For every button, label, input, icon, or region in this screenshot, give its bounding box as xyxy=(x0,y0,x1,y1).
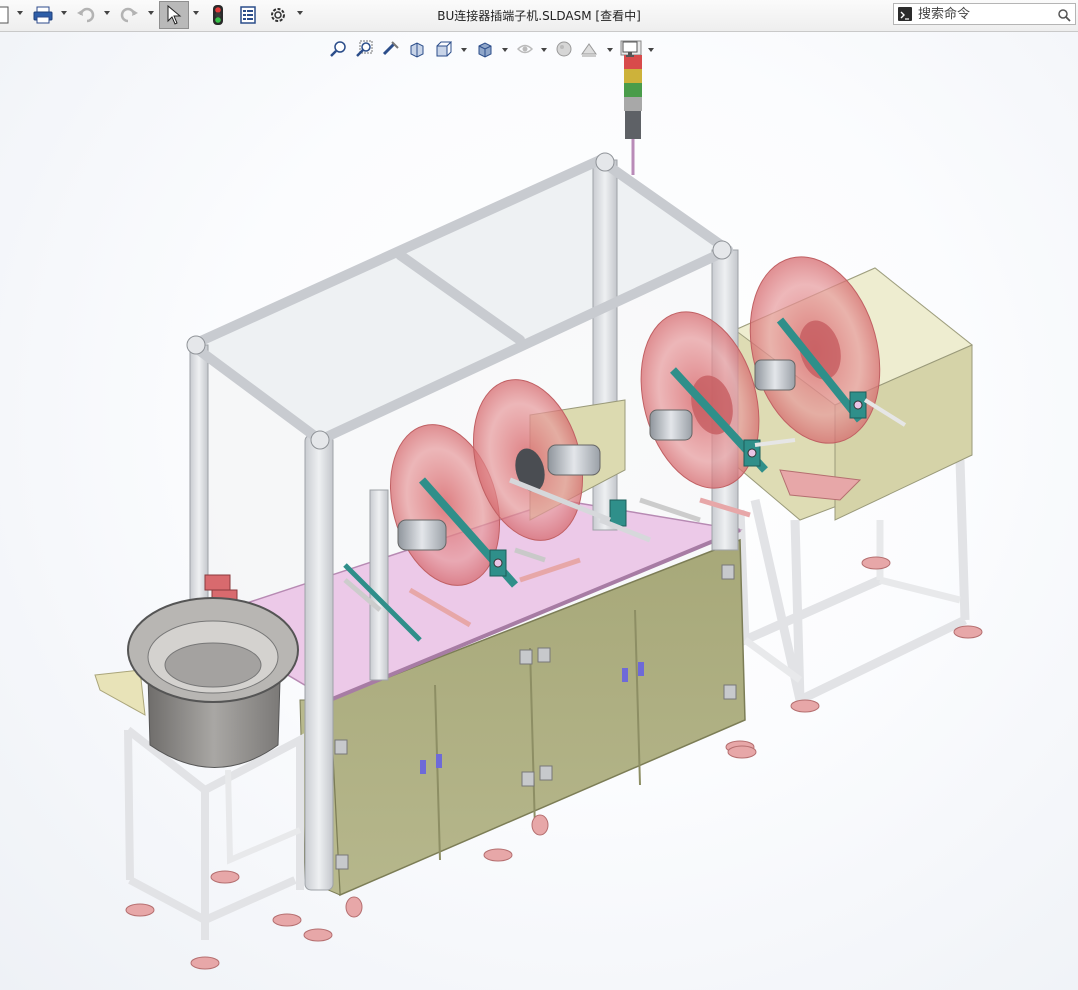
vibratory-bowl-feeder xyxy=(94,597,304,970)
command-search-box[interactable] xyxy=(893,3,1076,25)
right-reel-stand xyxy=(725,256,983,754)
hide-show-caret[interactable] xyxy=(541,48,547,52)
previous-view-icon[interactable] xyxy=(380,38,402,60)
apply-scene-icon[interactable] xyxy=(578,38,600,60)
file-properties-icon[interactable] xyxy=(236,3,260,27)
view-settings-icon[interactable] xyxy=(619,38,641,60)
top-toolbar: BU连接器插端子机.SLDASM [查看中] xyxy=(0,0,1078,32)
zoom-to-area-icon[interactable] xyxy=(354,38,376,60)
print-icon[interactable] xyxy=(30,3,56,27)
options-dropdown-caret[interactable] xyxy=(297,11,303,15)
zoom-to-fit-icon[interactable] xyxy=(328,38,350,60)
rebuild-traffic-light-icon[interactable] xyxy=(208,3,228,27)
view-settings-caret[interactable] xyxy=(648,48,654,52)
hide-show-items-icon[interactable] xyxy=(514,38,536,60)
search-input[interactable] xyxy=(918,5,1048,23)
main-machine-frame xyxy=(186,152,862,942)
apply-scene-caret[interactable] xyxy=(607,48,613,52)
redo-icon[interactable] xyxy=(117,3,141,27)
view-orientation-icon[interactable] xyxy=(432,38,454,60)
redo-dropdown-caret[interactable] xyxy=(148,11,154,15)
select-dropdown-caret[interactable] xyxy=(193,11,199,15)
view-toolbar xyxy=(328,36,658,62)
new-dropdown-caret[interactable] xyxy=(17,11,23,15)
command-prompt-icon xyxy=(898,7,912,21)
display-style-icon[interactable] xyxy=(474,38,496,60)
new-document-icon[interactable] xyxy=(0,3,12,27)
search-icon[interactable] xyxy=(1057,7,1071,26)
undo-dropdown-caret[interactable] xyxy=(104,11,110,15)
options-gear-icon[interactable] xyxy=(266,3,290,27)
section-view-icon[interactable] xyxy=(406,38,428,60)
print-dropdown-caret[interactable] xyxy=(61,11,67,15)
view-orientation-caret[interactable] xyxy=(461,48,467,52)
edit-appearance-icon[interactable] xyxy=(553,38,575,60)
display-style-caret[interactable] xyxy=(502,48,508,52)
assembly-model xyxy=(94,40,983,970)
undo-icon[interactable] xyxy=(74,3,98,27)
graphics-viewport[interactable] xyxy=(0,32,1078,990)
select-cursor-icon[interactable] xyxy=(159,1,189,29)
